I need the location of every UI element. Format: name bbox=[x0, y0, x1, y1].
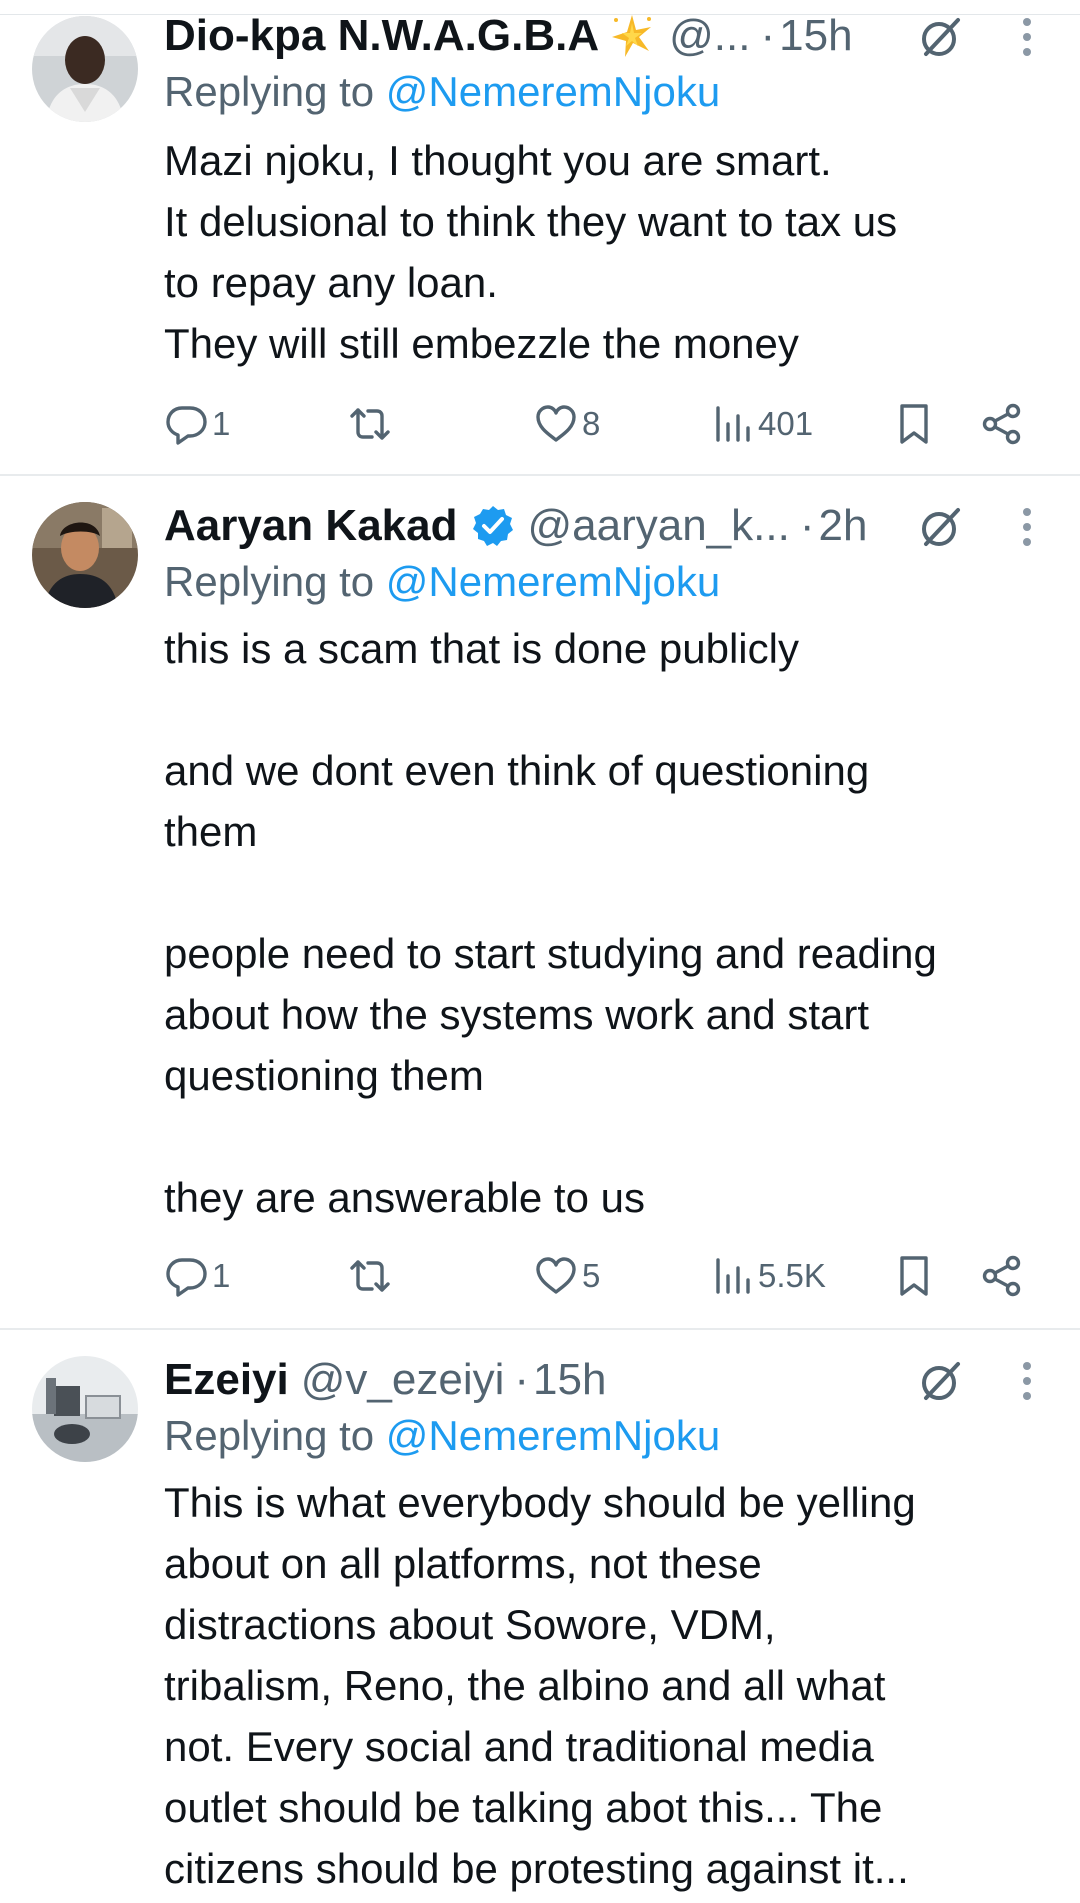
mention-link[interactable]: @NemeremNjoku bbox=[386, 68, 720, 115]
more-icon[interactable] bbox=[1014, 502, 1040, 552]
text-line: questioning them bbox=[164, 1052, 484, 1099]
text-line: distractions about Sowore, VDM, bbox=[164, 1601, 776, 1648]
text-line: citizens should be protesting against it… bbox=[164, 1845, 909, 1892]
share-button[interactable] bbox=[980, 402, 1024, 446]
more-icon[interactable] bbox=[1014, 12, 1040, 62]
avatar[interactable] bbox=[32, 16, 138, 122]
text-line: outlet should be talking abot this... Th… bbox=[164, 1784, 883, 1831]
separator-dot: · bbox=[760, 11, 776, 60]
like-count: 5 bbox=[582, 1257, 601, 1294]
text-line: this is a scam that is done publicly bbox=[164, 625, 799, 672]
timestamp[interactable]: 15h bbox=[533, 1355, 606, 1405]
display-name[interactable]: Dio-kpa N.W.A.G.B.A bbox=[164, 11, 599, 61]
text-line: about on all platforms, not these bbox=[164, 1540, 762, 1587]
reply-button[interactable]: 1 bbox=[164, 1254, 230, 1298]
verified-badge-icon bbox=[471, 504, 515, 548]
share-icon bbox=[982, 403, 1021, 445]
display-name[interactable]: Aaryan Kakad bbox=[164, 501, 457, 551]
separator-dot: · bbox=[799, 501, 815, 550]
replying-prefix: Replying to bbox=[164, 558, 375, 605]
share-icon bbox=[982, 1255, 1021, 1297]
text-line: not. Every social and traditional media bbox=[164, 1723, 874, 1770]
reply-count: 1 bbox=[212, 1257, 231, 1294]
views-icon bbox=[716, 406, 750, 442]
replying-prefix: Replying to bbox=[164, 68, 375, 115]
mention-link[interactable]: @NemeremNjoku bbox=[386, 558, 720, 605]
reply-tweet-2[interactable]: Aaryan Kakad @aaryan_k... · 2h Replying … bbox=[0, 476, 1080, 1328]
repost-button[interactable] bbox=[348, 1254, 396, 1298]
views-icon bbox=[716, 1258, 750, 1294]
bookmark-icon bbox=[900, 404, 928, 444]
repost-button[interactable] bbox=[348, 402, 396, 446]
text-line bbox=[164, 1106, 1044, 1167]
timestamp[interactable]: 15h bbox=[779, 11, 852, 61]
reply-count: 1 bbox=[212, 405, 231, 442]
reply-icon bbox=[166, 406, 207, 445]
text-line: tribalism, Reno, the albino and all what bbox=[164, 1662, 886, 1709]
reply-icon bbox=[166, 1258, 207, 1297]
user-handle[interactable]: @... bbox=[669, 11, 750, 61]
share-button[interactable] bbox=[980, 1254, 1024, 1298]
text-line bbox=[164, 862, 1044, 923]
text-line: people need to start studying and readin… bbox=[164, 930, 937, 977]
mention-link[interactable]: @NemeremNjoku bbox=[386, 1412, 720, 1459]
bookmark-icon bbox=[900, 1256, 928, 1296]
grok-icon[interactable] bbox=[916, 12, 966, 62]
text-line: This is what everybody should be yelling bbox=[164, 1479, 916, 1526]
text-line: to repay any loan. bbox=[164, 259, 498, 306]
user-handle[interactable]: @aaryan_k... bbox=[527, 501, 789, 551]
avatar[interactable] bbox=[32, 502, 138, 608]
separator-dot: · bbox=[514, 1355, 530, 1404]
replying-to: Replying to @NemeremNjoku bbox=[164, 1412, 720, 1460]
views-button[interactable]: 5.5K bbox=[710, 1254, 826, 1298]
text-line: They will still embezzle the money bbox=[164, 320, 799, 367]
tweet-text: this is a scam that is done publicly and… bbox=[164, 618, 1044, 1228]
like-icon bbox=[536, 1257, 576, 1294]
bookmark-button[interactable] bbox=[892, 1254, 936, 1298]
repost-icon bbox=[350, 1260, 390, 1292]
repost-icon bbox=[350, 408, 390, 440]
like-icon bbox=[536, 405, 576, 442]
text-line: It delusional to think they want to tax … bbox=[164, 198, 898, 245]
like-count: 8 bbox=[582, 405, 601, 442]
like-button[interactable]: 8 bbox=[534, 402, 600, 446]
bookmark-button[interactable] bbox=[892, 402, 936, 446]
avatar[interactable] bbox=[32, 1356, 138, 1462]
text-line: Mazi njoku, I thought you are smart. bbox=[164, 137, 832, 184]
views-button[interactable]: 401 bbox=[710, 402, 813, 446]
tweet-text: This is what everybody should be yelling… bbox=[164, 1472, 1044, 1899]
action-bar: 1 8 401 bbox=[0, 394, 1080, 454]
timestamp[interactable]: 2h bbox=[819, 501, 868, 551]
display-name[interactable]: Ezeiyi bbox=[164, 1355, 289, 1405]
view-count: 401 bbox=[758, 405, 814, 442]
reply-button[interactable]: 1 bbox=[164, 402, 230, 446]
user-handle[interactable]: @v_ezeiyi bbox=[301, 1355, 505, 1405]
more-icon[interactable] bbox=[1014, 1356, 1040, 1406]
text-line bbox=[164, 679, 1044, 740]
like-button[interactable]: 5 bbox=[534, 1254, 600, 1298]
grok-icon[interactable] bbox=[916, 1356, 966, 1406]
replying-to: Replying to @NemeremNjoku bbox=[164, 68, 720, 116]
replying-to: Replying to @NemeremNjoku bbox=[164, 558, 720, 606]
text-line: them bbox=[164, 808, 258, 855]
view-count: 5.5K bbox=[758, 1257, 826, 1294]
sparkle-star-emoji bbox=[607, 11, 657, 61]
replying-prefix: Replying to bbox=[164, 1412, 375, 1459]
reply-tweet-3[interactable]: Ezeiyi @v_ezeiyi · 15h Replying to @Neme… bbox=[0, 1330, 1080, 1903]
text-line: they are answerable to us bbox=[164, 1174, 645, 1221]
grok-icon[interactable] bbox=[916, 502, 966, 552]
text-line: about how the systems work and start bbox=[164, 991, 869, 1038]
tweet-text: Mazi njoku, I thought you are smart. It … bbox=[164, 130, 1044, 374]
reply-tweet-1[interactable]: Dio-kpa N.W.A.G.B.A @... · 15h Replying … bbox=[0, 0, 1080, 475]
action-bar: 1 5 5.5K bbox=[0, 1246, 1080, 1306]
text-line: and we dont even think of questioning bbox=[164, 747, 870, 794]
